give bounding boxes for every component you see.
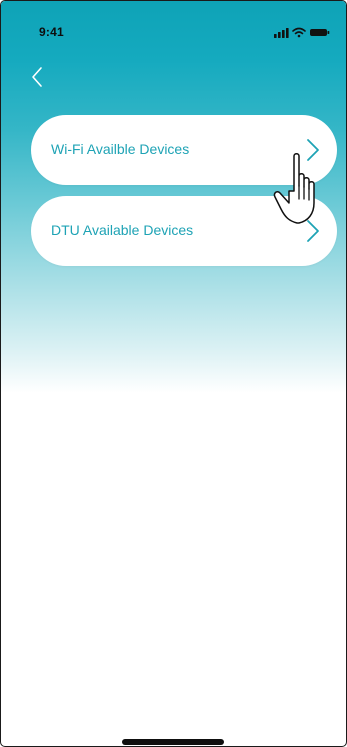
chevron-left-icon <box>32 67 42 87</box>
home-indicator[interactable] <box>122 739 224 745</box>
status-bar: 9:41 <box>1 1 346 57</box>
status-icons-svg <box>274 27 330 38</box>
status-time: 9:41 <box>39 25 64 39</box>
wifi-devices-label: Wi-Fi Availble Devices <box>51 141 190 157</box>
signal-icon <box>274 28 289 38</box>
app-screen: 9:41 Wi-Fi Availble Devices DTU Availabl… <box>0 0 347 747</box>
battery-icon <box>310 29 330 36</box>
back-button[interactable] <box>25 63 55 93</box>
wifi-icon <box>292 27 306 38</box>
dtu-devices-label: DTU Available Devices <box>51 222 194 238</box>
pointing-hand-icon <box>273 153 315 224</box>
status-icons <box>274 25 330 39</box>
